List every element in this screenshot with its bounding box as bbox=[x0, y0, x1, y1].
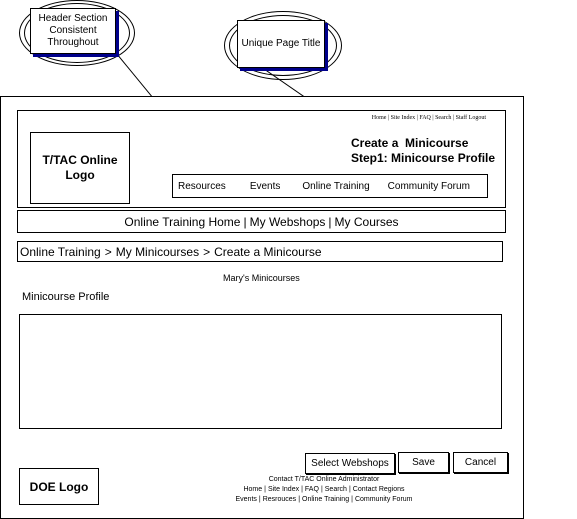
save-button[interactable]: Save bbox=[398, 452, 449, 473]
separator: > bbox=[203, 244, 211, 259]
page-title-callout: Unique Page Title bbox=[237, 20, 325, 68]
nav-resources[interactable]: Resources bbox=[178, 181, 226, 192]
select-webshops-button[interactable]: Select Webshops bbox=[305, 453, 395, 474]
nav-events[interactable]: Events bbox=[250, 181, 281, 192]
separator: | bbox=[351, 496, 353, 503]
breadcrumb-current: Create a Minicourse bbox=[214, 244, 322, 259]
footer-link-online-training[interactable]: Online Training bbox=[302, 496, 349, 503]
nav-online-training[interactable]: Online Training bbox=[302, 181, 369, 192]
separator: | bbox=[258, 496, 261, 503]
footer-link-community-forum[interactable]: Community Forum bbox=[355, 496, 413, 503]
subnav-my-courses[interactable]: My Courses bbox=[335, 215, 399, 229]
footer-link-site-index[interactable]: Site Index bbox=[268, 486, 299, 493]
subnav-online-training-home[interactable]: Online Training Home bbox=[124, 215, 240, 229]
utility-link-search[interactable]: Search bbox=[435, 115, 451, 121]
footer-links-row2: Events | Resrouces | Online Training | Communi… bbox=[214, 495, 434, 505]
main-nav: Resources Events Online Training Communi… bbox=[172, 174, 488, 198]
minicourse-profile-area[interactable] bbox=[19, 314, 502, 429]
footer-link-resources[interactable]: Resrouces bbox=[263, 496, 296, 503]
separator: | bbox=[301, 486, 303, 493]
separator: | bbox=[328, 214, 332, 229]
footer-link-search[interactable]: Search bbox=[325, 486, 347, 493]
footer-link-events[interactable]: Events bbox=[235, 496, 256, 503]
footer-contact-link[interactable]: Contact T/TAC Online Administrator bbox=[214, 475, 434, 485]
separator: | bbox=[348, 486, 351, 493]
user-minicourses-label: Mary's Minicourses bbox=[223, 273, 300, 283]
footer: Contact T/TAC Online Administrator Home |… bbox=[214, 475, 434, 505]
utility-links: Home | Site Index | FAQ | Search | Staff… bbox=[372, 115, 486, 121]
doe-logo: DOE Logo bbox=[19, 468, 99, 505]
utility-link-site-index[interactable]: Site Index bbox=[391, 115, 416, 121]
separator: | bbox=[243, 214, 247, 229]
footer-link-home[interactable]: Home bbox=[243, 486, 262, 493]
sub-nav: Online Training Home | My Webshops | My … bbox=[17, 210, 506, 233]
header-section-callout: Header Section Consistent Throughout bbox=[30, 8, 116, 54]
section-heading: Minicourse Profile bbox=[22, 291, 110, 303]
utility-link-home[interactable]: Home bbox=[372, 115, 387, 121]
breadcrumb-my-minicourses[interactable]: My Minicourses bbox=[116, 245, 199, 259]
page-title-line2: Step1: Minicourse Profile bbox=[351, 151, 496, 165]
utility-link-faq[interactable]: FAQ bbox=[419, 115, 431, 121]
breadcrumb-online-training[interactable]: Online Training bbox=[20, 245, 101, 259]
breadcrumb: Online Training > My Minicourses > Creat… bbox=[17, 241, 503, 262]
ttac-online-logo: T/TAC Online Logo bbox=[30, 132, 130, 204]
separator: > bbox=[104, 244, 112, 259]
utility-link-staff-logout[interactable]: Staff Logout bbox=[456, 115, 486, 121]
subnav-my-webshops[interactable]: My Webshops bbox=[250, 215, 326, 229]
page-title: Create a Minicourse Step1: Minicourse Pr… bbox=[351, 136, 495, 166]
footer-link-contact-regions[interactable]: Contact Regions bbox=[353, 486, 405, 493]
page-title-line1: Create a Minicourse bbox=[351, 136, 469, 150]
nav-community-forum[interactable]: Community Forum bbox=[388, 181, 470, 192]
separator: | bbox=[298, 496, 301, 503]
cancel-button[interactable]: Cancel bbox=[453, 452, 508, 473]
separator: | bbox=[320, 486, 323, 493]
footer-link-faq[interactable]: FAQ bbox=[305, 486, 319, 493]
separator: | bbox=[264, 486, 266, 493]
footer-links-row1: Home | Site Index | FAQ | Search | Contact Regio… bbox=[214, 485, 434, 495]
